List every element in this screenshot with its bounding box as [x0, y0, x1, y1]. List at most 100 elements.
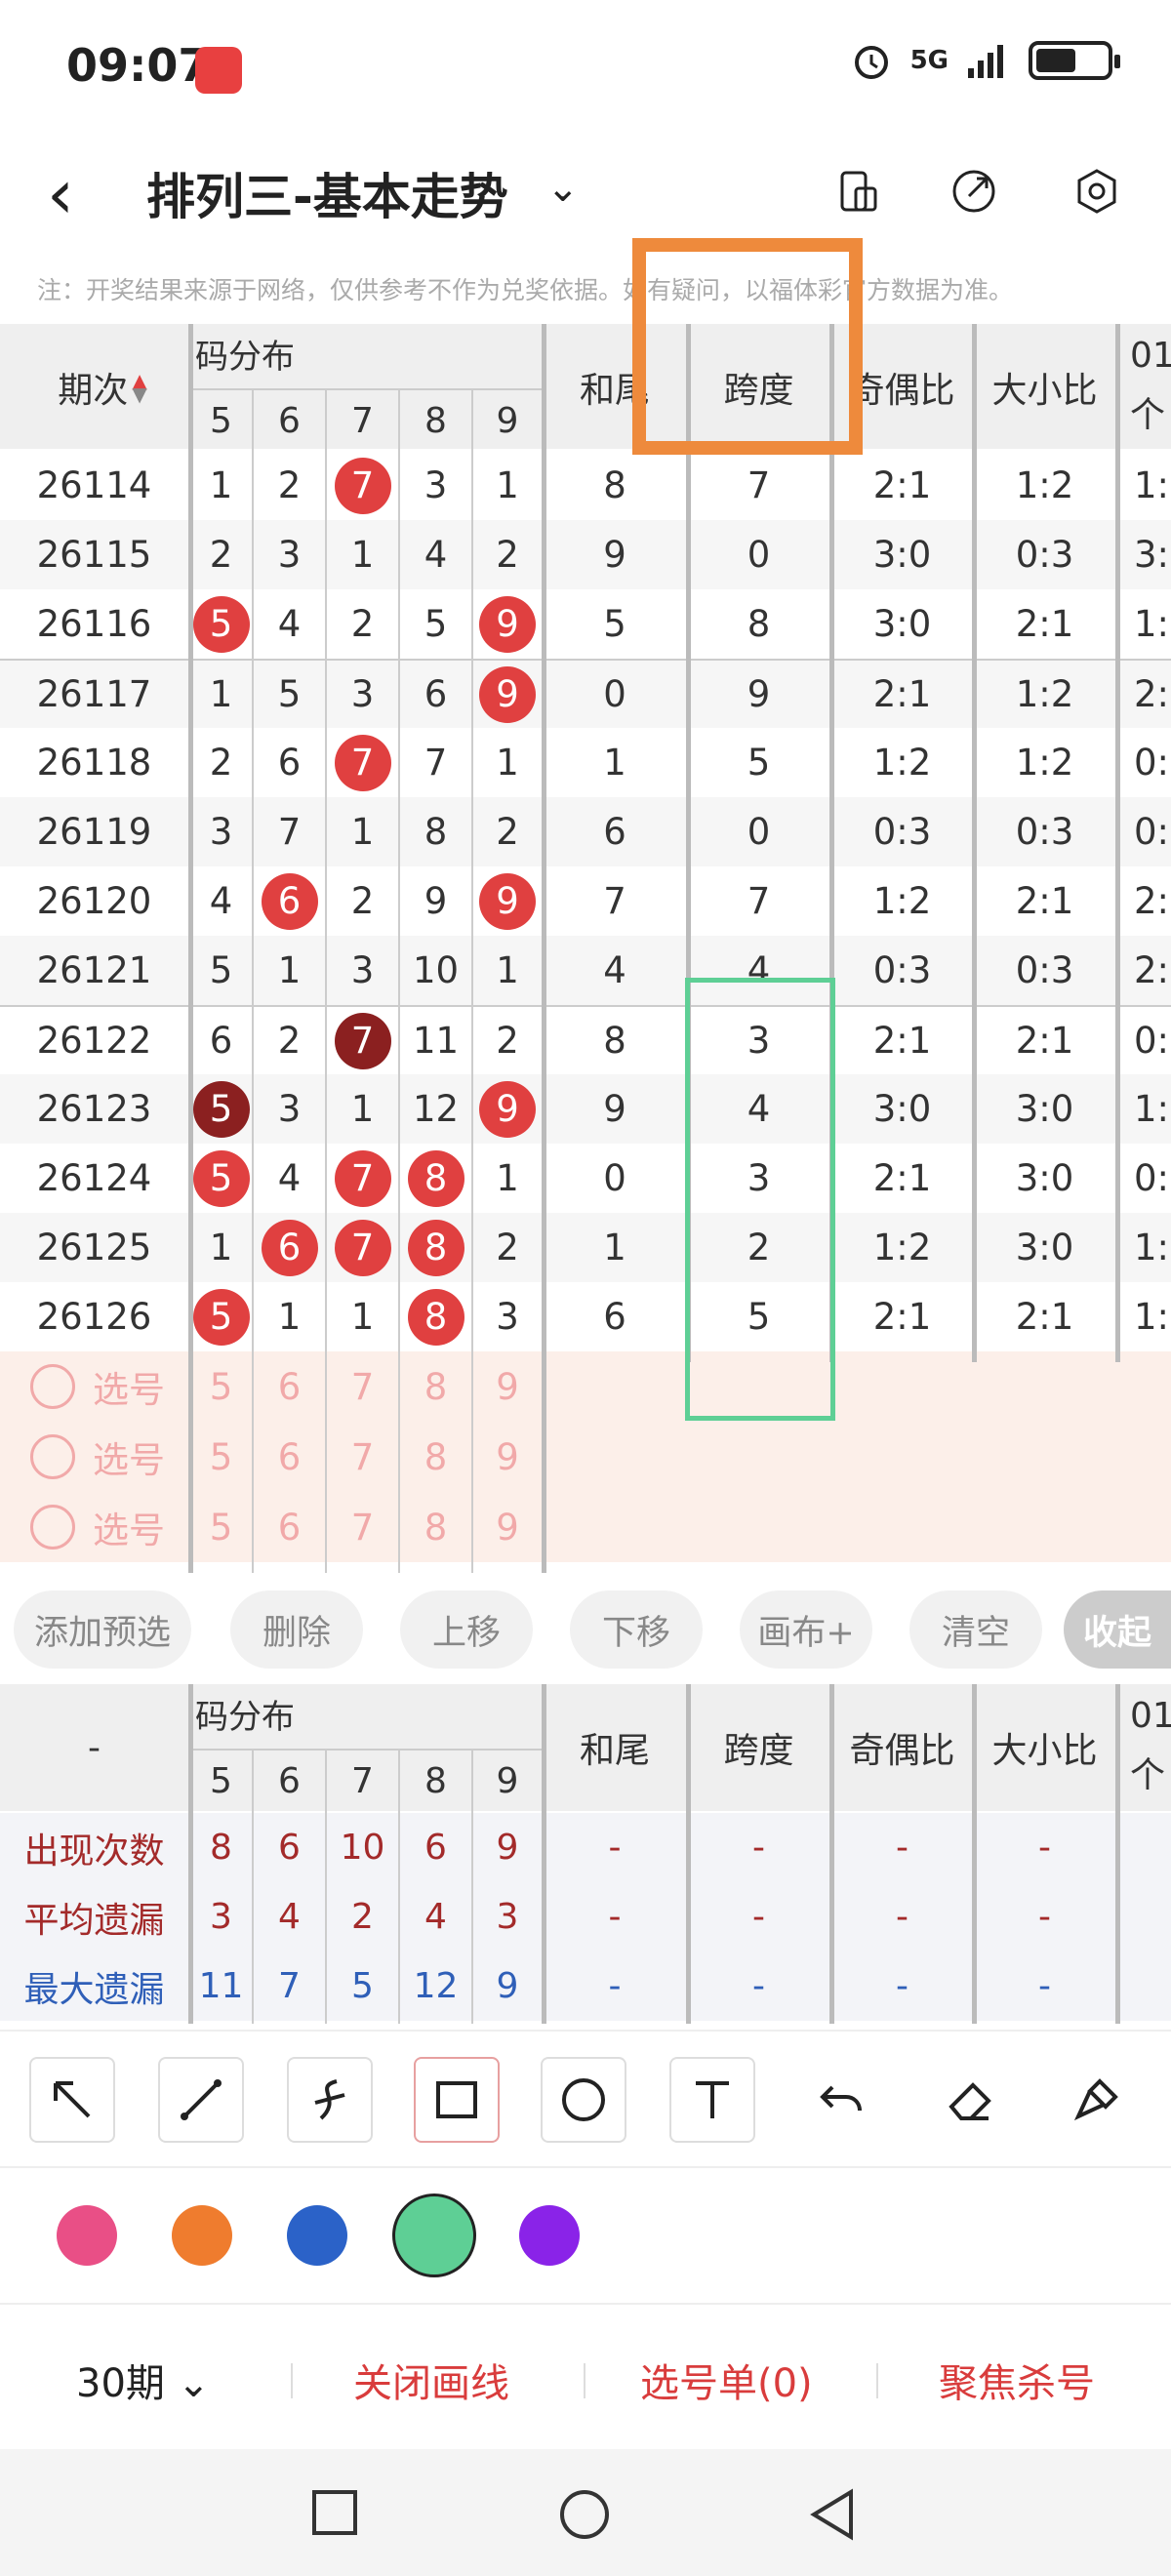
color-swatch-blue[interactable] — [287, 2205, 347, 2266]
digit-cell: 3 — [350, 673, 375, 715]
color-swatch-green[interactable] — [392, 2194, 476, 2277]
pick-label: 选号 — [93, 1369, 165, 1411]
canvas-plus-button[interactable]: 画布+ — [740, 1590, 872, 1669]
extra-cell: 2: — [1133, 673, 1169, 715]
pick-row-select[interactable]: 选号 — [20, 1351, 176, 1422]
pick-row: 选号 5 6 7 8 9 — [0, 1492, 1171, 1562]
issue-cell: 26121 — [36, 949, 152, 991]
move-down-button[interactable]: 下移 — [570, 1590, 703, 1669]
stats-header-dist: 码分布 — [195, 1698, 295, 1737]
pick-digit[interactable]: 5 — [190, 1422, 252, 1492]
hit-ball: 7 — [334, 1219, 391, 1276]
curve-tool-icon[interactable] — [287, 2057, 373, 2143]
stats-header-extra2: 个 — [1130, 1755, 1166, 1795]
table-row: 26121 5 1 3 10 1 4 4 0:3 0:3 2: — [0, 936, 1171, 1005]
back-button[interactable]: ‹ — [47, 154, 74, 234]
table-row: 26116 5 4 2 5 9 5 8 3:0 2:1 1: — [0, 589, 1171, 659]
text-tool-icon[interactable] — [669, 2057, 755, 2143]
stats-row: 出现次数 8 6 10 6 9 - - - - — [0, 1813, 1171, 1882]
stats-value: 6 — [278, 1828, 301, 1868]
close-lines-button[interactable]: 关闭画线 — [353, 2352, 509, 2408]
brush-icon[interactable] — [1054, 2057, 1140, 2143]
app-notification-icon — [195, 47, 242, 94]
period-selector[interactable]: 30期 ⌄ — [76, 2352, 210, 2408]
digit-cell: 2 — [277, 1020, 302, 1062]
color-swatch-purple[interactable] — [519, 2205, 580, 2266]
pick-digit[interactable]: 9 — [473, 1422, 542, 1492]
hewei-cell: 4 — [603, 949, 626, 991]
clear-button[interactable]: 清空 — [909, 1590, 1042, 1669]
pick-digit[interactable]: 7 — [327, 1492, 398, 1562]
digit-cell: 3 — [350, 949, 375, 991]
digit-cell: 5 — [209, 949, 233, 991]
pick-digit[interactable]: 5 — [190, 1351, 252, 1422]
eraser-icon[interactable] — [927, 2057, 1013, 2143]
move-up-button[interactable]: 上移 — [400, 1590, 533, 1669]
pick-digit[interactable]: 6 — [254, 1351, 325, 1422]
top-nav: ‹ 排列三-基本走势 ⌄ — [0, 137, 1171, 254]
recent-apps-icon[interactable] — [310, 2488, 359, 2537]
pick-digit[interactable]: 8 — [400, 1422, 471, 1492]
pick-list-button[interactable]: 选号单(0) — [640, 2352, 813, 2408]
pick-row-select[interactable]: 选号 — [20, 1492, 176, 1562]
stats-row: 平均遗漏 3 4 2 4 3 - - - - — [0, 1882, 1171, 1952]
digit-cell: 6 — [254, 1213, 325, 1282]
arrow-tool-icon[interactable] — [29, 2057, 115, 2143]
title-dropdown-icon[interactable]: ⌄ — [546, 166, 580, 211]
rectangle-tool-icon[interactable] — [414, 2057, 500, 2143]
pick-digit[interactable]: 9 — [473, 1492, 542, 1562]
digit-cell: 5 — [190, 1144, 252, 1213]
focus-kill-button[interactable]: 聚焦杀号 — [939, 2352, 1095, 2408]
daxiao-cell: 2:1 — [1015, 1020, 1074, 1062]
stats-value: 8 — [210, 1828, 232, 1868]
hewei-cell: 9 — [603, 534, 626, 576]
digit-cell: 8 — [400, 1213, 471, 1282]
radio-circle-icon[interactable] — [30, 1364, 75, 1409]
rotate-screen-icon[interactable] — [828, 160, 890, 222]
digit-cell: 2 — [496, 1020, 519, 1062]
stats-dash: - — [1038, 1966, 1051, 2006]
add-preselect-button[interactable]: 添加预选 — [14, 1590, 191, 1669]
pick-digit[interactable]: 5 — [190, 1492, 252, 1562]
pick-digit[interactable]: 6 — [254, 1422, 325, 1492]
pick-digit[interactable]: 8 — [400, 1351, 471, 1422]
radio-circle-icon[interactable] — [30, 1434, 75, 1479]
pick-digit[interactable]: 8 — [400, 1492, 471, 1562]
hit-ball: 5 — [192, 1149, 250, 1207]
annotation-orange-rectangle[interactable] — [632, 238, 863, 455]
digit-cell: 1 — [277, 949, 302, 991]
extra-cell: 1: — [1133, 1227, 1169, 1268]
annotation-green-rectangle[interactable] — [685, 978, 835, 1421]
settings-icon[interactable] — [1066, 160, 1128, 222]
digit-cell: 6 — [209, 1020, 233, 1062]
circle-tool-icon[interactable] — [541, 2057, 626, 2143]
back-nav-icon[interactable] — [808, 2488, 857, 2541]
pick-row: 选号 5 6 7 8 9 — [0, 1422, 1171, 1492]
pick-digit[interactable]: 9 — [473, 1351, 542, 1422]
header-issue[interactable]: 期次 ▲ ▼ — [20, 353, 185, 422]
collapse-button[interactable]: 收起 — [1064, 1590, 1171, 1669]
pick-digit[interactable]: 7 — [327, 1351, 398, 1422]
color-swatch-orange[interactable] — [172, 2205, 232, 2266]
extra-cell: 2: — [1133, 880, 1169, 922]
radio-circle-icon[interactable] — [30, 1505, 75, 1550]
hewei-cell: 1 — [603, 742, 626, 784]
pick-digit[interactable]: 6 — [254, 1492, 325, 1562]
share-icon[interactable] — [943, 160, 1005, 222]
line-tool-icon[interactable] — [158, 2057, 244, 2143]
stats-label: 平均遗漏 — [23, 1900, 165, 1941]
stats-header-digit-5: 5 — [210, 1760, 232, 1801]
home-icon[interactable] — [558, 2488, 611, 2541]
undo-icon[interactable] — [798, 2057, 884, 2143]
kuadu-cell: 9 — [747, 673, 771, 715]
pick-digit[interactable]: 7 — [327, 1422, 398, 1492]
color-swatch-pink[interactable] — [57, 2205, 117, 2266]
pick-row-select[interactable]: 选号 — [20, 1422, 176, 1492]
hewei-cell: 8 — [603, 1020, 626, 1062]
digit-cell: 1 — [496, 464, 519, 506]
delete-button[interactable]: 删除 — [230, 1590, 363, 1669]
stats-header-digit-7: 7 — [351, 1760, 374, 1801]
stats-header-hewei: 和尾 — [579, 1731, 650, 1771]
header-issue-label: 期次 — [58, 371, 129, 411]
stats-dash: - — [896, 1828, 909, 1868]
